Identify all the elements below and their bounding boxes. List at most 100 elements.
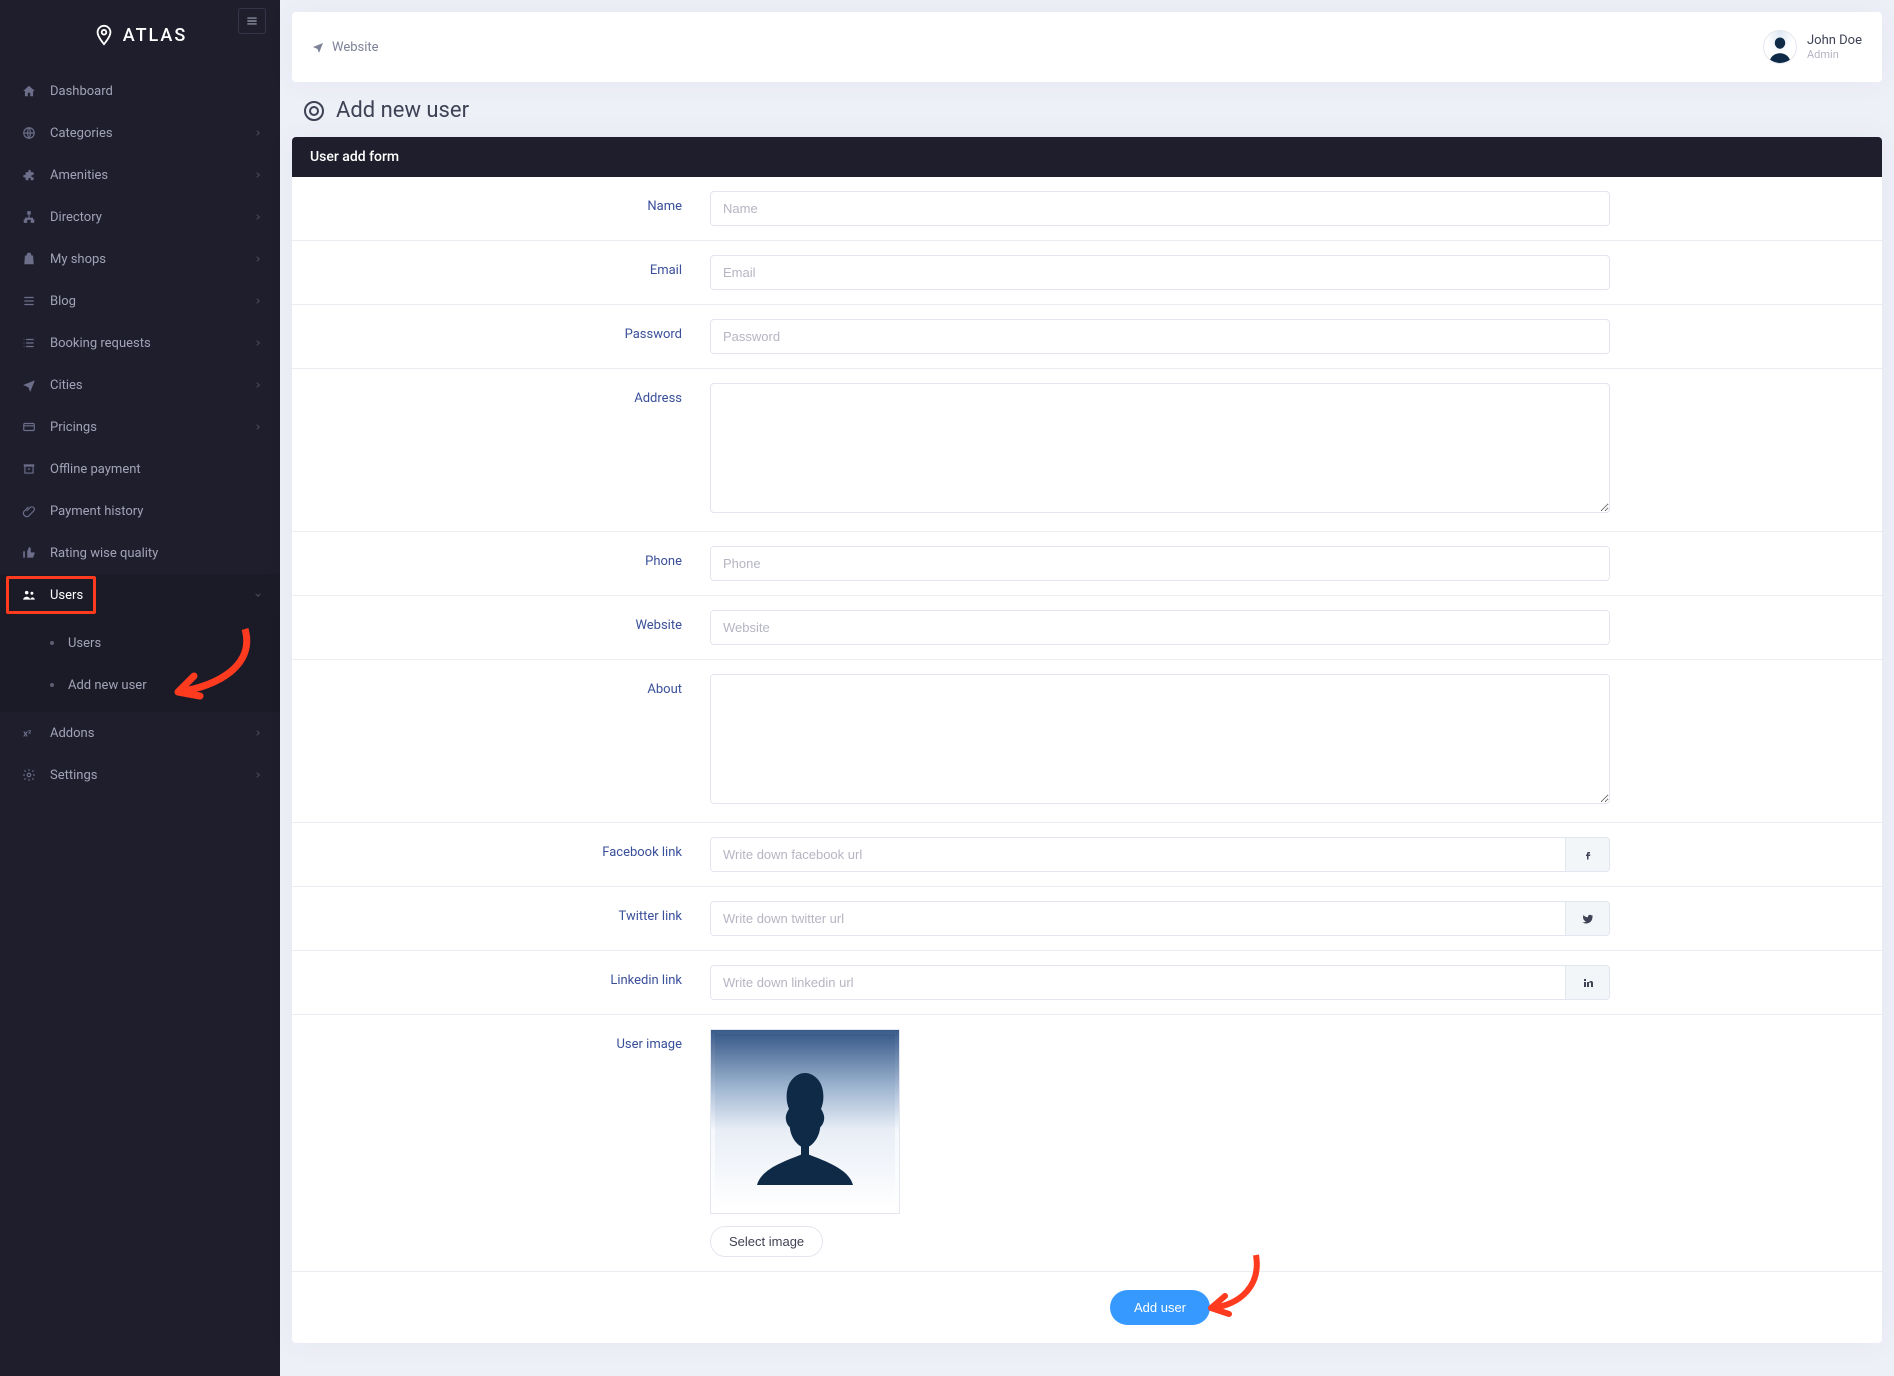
sidebar-item-dashboard[interactable]: Dashboard [0,70,280,112]
select-image-button[interactable]: Select image [710,1226,823,1257]
sidebar-item-myshops[interactable]: My shops [0,238,280,280]
topbar-website-label: Website [332,40,379,55]
user-role: Admin [1807,48,1862,61]
label-user-image: User image [310,1029,710,1257]
topbar-website-link[interactable]: Website [312,40,379,55]
sidebar-item-label: Pricings [40,420,254,435]
sidebar-item-booking[interactable]: Booking requests [0,322,280,364]
sidebar-item-payhist[interactable]: Payment history [0,490,280,532]
addons-icon [18,726,40,740]
settings-icon [18,768,40,782]
amenities-icon [18,168,40,182]
brand-text: ATLAS [123,25,188,46]
address-field[interactable] [710,383,1610,513]
about-field[interactable] [710,674,1610,804]
sidebar-item-label: Settings [40,768,254,783]
chevron-right-icon [254,168,262,183]
bullet-icon [50,683,54,687]
sidebar-subitem-label: Users [68,636,101,651]
user-add-card: User add form Name Email Password Addres… [292,137,1882,1343]
bullet-icon [50,641,54,645]
sidebar-subitem-users-list[interactable]: Users [0,622,280,664]
avatar [1763,30,1797,64]
sidebar-item-amenities[interactable]: Amenities [0,154,280,196]
sidebar-toggle[interactable] [238,8,266,34]
chevron-right-icon [254,378,262,393]
categories-icon [18,126,40,140]
page-icon [304,101,324,121]
facebook-icon [1566,837,1610,872]
label-password: Password [310,319,710,354]
password-field[interactable] [710,319,1610,354]
sidebar-item-directory[interactable]: Directory [0,196,280,238]
main-content: Website John Doe Admin Add new user User… [280,0,1894,1376]
sidebar-item-categories[interactable]: Categories [0,112,280,154]
directory-icon [18,210,40,224]
label-name: Name [310,191,710,226]
sidebar-item-users[interactable]: Users [0,574,280,616]
sidebar: ATLAS Dashboard Categories Amenities Direct… [0,0,280,1376]
myshops-icon [18,252,40,266]
sidebar-item-label: Addons [40,726,254,741]
topbar: Website John Doe Admin [292,12,1882,82]
sidebar-item-addons[interactable]: Addons [0,712,280,754]
twitter-field[interactable] [710,901,1566,936]
email-field[interactable] [710,255,1610,290]
label-about: About [310,674,710,808]
label-phone: Phone [310,546,710,581]
user-menu[interactable]: John Doe Admin [1763,30,1862,64]
booking-icon [18,336,40,350]
sidebar-item-label: Booking requests [40,336,254,351]
sidebar-item-label: Categories [40,126,254,141]
sidebar-item-label: Directory [40,210,254,225]
plane-icon [312,41,324,53]
sidebar-item-cities[interactable]: Cities [0,364,280,406]
menu-icon [245,14,259,28]
blog-icon [18,294,40,308]
linkedin-icon [1566,965,1610,1000]
user-image-preview [710,1029,900,1214]
linkedin-field[interactable] [710,965,1566,1000]
phone-field[interactable] [710,546,1610,581]
page-header: Add new user [280,82,1894,137]
sidebar-item-offline[interactable]: Offline payment [0,448,280,490]
brand-logo[interactable]: ATLAS [93,24,188,46]
facebook-field[interactable] [710,837,1566,872]
page-title: Add new user [336,98,469,123]
label-linkedin: Linkedin link [310,965,710,1000]
chevron-right-icon [254,294,262,309]
chevron-right-icon [254,252,262,267]
chevron-right-icon [254,126,262,141]
sidebar-item-label: Users [40,588,254,603]
payhist-icon [18,504,40,518]
label-address: Address [310,383,710,517]
chevron-down-icon [254,588,262,603]
label-twitter: Twitter link [310,901,710,936]
chevron-right-icon [254,210,262,225]
add-user-button[interactable]: Add user [1110,1290,1210,1325]
sidebar-item-label: Cities [40,378,254,393]
user-name: John Doe [1807,33,1862,48]
offline-icon [18,462,40,476]
rating-icon [18,546,40,560]
sidebar-item-label: Dashboard [40,84,262,99]
sidebar-item-label: Offline payment [40,462,262,477]
twitter-icon [1566,901,1610,936]
sidebar-item-blog[interactable]: Blog [0,280,280,322]
sidebar-item-label: My shops [40,252,254,267]
website-field[interactable] [710,610,1610,645]
silhouette-icon [715,1049,895,1209]
name-field[interactable] [710,191,1610,226]
sidebar-item-label: Rating wise quality [40,546,262,561]
sidebar-subitem-add-user[interactable]: Add new user [0,664,280,706]
chevron-right-icon [254,336,262,351]
dashboard-icon [18,84,40,98]
card-header: User add form [292,137,1882,177]
chevron-right-icon [254,420,262,435]
chevron-right-icon [254,726,262,741]
sidebar-item-rating[interactable]: Rating wise quality [0,532,280,574]
sidebar-item-settings[interactable]: Settings [0,754,280,796]
avatar-icon [1765,33,1795,63]
users-icon [18,588,40,602]
sidebar-item-pricings[interactable]: Pricings [0,406,280,448]
